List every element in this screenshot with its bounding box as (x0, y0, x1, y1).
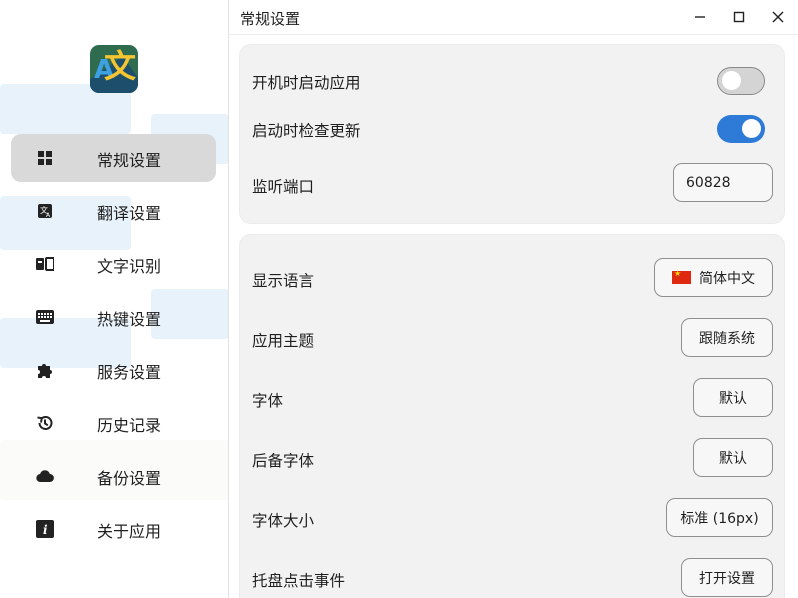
window-title: 常规设置 (240, 10, 301, 28)
maximize-button[interactable] (727, 6, 751, 28)
check-update-label: 启动时检查更新 (252, 122, 361, 140)
sidebar-item-label: 备份设置 (97, 469, 162, 488)
sidebar-item-service[interactable]: 服务设置 (11, 346, 216, 394)
sidebar-item-hotkey[interactable]: 热键设置 (11, 293, 216, 341)
keyboard-icon (36, 308, 54, 326)
sidebar-item-label: 文字识别 (97, 257, 162, 276)
font-label: 字体 (252, 392, 284, 410)
app-logo: A 文 (90, 45, 138, 93)
sidebar-item-label: 常规设置 (97, 151, 162, 170)
autostart-toggle[interactable] (717, 67, 765, 95)
history-icon (36, 414, 54, 432)
minimize-button[interactable] (688, 6, 712, 28)
font-size-select[interactable]: 标准 (16px) (666, 498, 773, 537)
toggle-knob (742, 119, 761, 138)
autostart-label: 开机时启动应用 (252, 74, 361, 92)
sidebar: A 文 常规设置 文A 翻译设置 文字识别 热键设置 服务设置 历史记录 备份设… (0, 0, 229, 598)
toggle-knob (722, 71, 741, 90)
appearance-card: 显示语言 简体中文 应用主题 跟随系统 字体 默认 后备字体 默认 字体大小 标… (239, 234, 785, 598)
language-value: 简体中文 (699, 270, 755, 287)
svg-text:i: i (43, 523, 48, 537)
tray-click-select[interactable]: 打开设置 (681, 558, 773, 597)
china-flag-icon (672, 269, 691, 284)
font-size-label: 字体大小 (252, 512, 315, 530)
check-update-toggle[interactable] (717, 115, 765, 143)
close-button[interactable] (766, 6, 790, 28)
port-input[interactable]: 60828 (673, 163, 773, 202)
fallback-font-label: 后备字体 (252, 452, 315, 470)
info-icon: i (36, 520, 54, 538)
sidebar-item-label: 翻译设置 (97, 204, 162, 223)
sidebar-item-general[interactable]: 常规设置 (11, 134, 216, 182)
sidebar-item-backup[interactable]: 备份设置 (11, 452, 216, 500)
puzzle-icon (36, 361, 54, 379)
theme-select[interactable]: 跟随系统 (681, 318, 773, 357)
sidebar-item-translate[interactable]: 文A 翻译设置 (11, 187, 216, 235)
ocr-icon (36, 255, 54, 273)
sidebar-item-label: 关于应用 (97, 522, 162, 541)
minimize-icon (695, 16, 705, 18)
port-label: 监听端口 (252, 178, 315, 196)
sidebar-item-history[interactable]: 历史记录 (11, 399, 216, 447)
maximize-icon (733, 11, 745, 23)
language-select[interactable]: 简体中文 (654, 258, 773, 297)
sidebar-item-label: 热键设置 (97, 310, 162, 329)
theme-label: 应用主题 (252, 332, 315, 350)
font-select[interactable]: 默认 (693, 378, 773, 417)
close-icon (772, 11, 784, 23)
sidebar-item-ocr[interactable]: 文字识别 (11, 240, 216, 288)
settings-content: 开机时启动应用 启动时检查更新 监听端口 60828 显示语言 简体中文 应用主… (229, 35, 798, 598)
grid-icon (36, 149, 54, 167)
cloud-icon (36, 467, 54, 485)
sidebar-item-label: 服务设置 (97, 363, 162, 382)
tray-click-label: 托盘点击事件 (252, 572, 346, 590)
sidebar-item-about[interactable]: i 关于应用 (11, 505, 216, 553)
sidebar-item-label: 历史记录 (97, 416, 162, 435)
fallback-font-select[interactable]: 默认 (693, 438, 773, 477)
general-card: 开机时启动应用 启动时检查更新 监听端口 60828 (239, 44, 785, 224)
title-bar: 常规设置 (229, 0, 798, 35)
language-label: 显示语言 (252, 272, 315, 290)
translate-icon: 文A (36, 202, 54, 220)
